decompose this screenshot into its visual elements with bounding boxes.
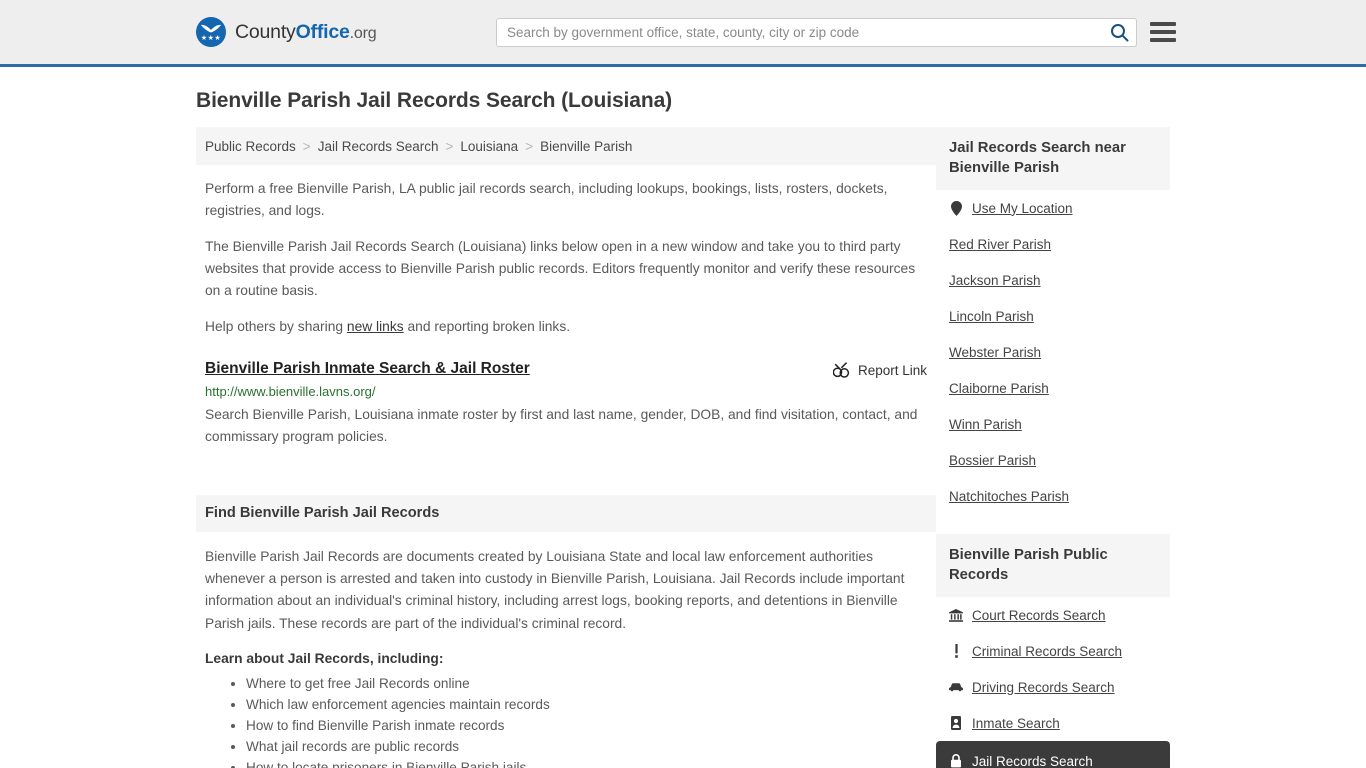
sidebar-item-label[interactable]: Winn Parish <box>949 417 1022 432</box>
sidebar-item-webster-parish[interactable]: Webster Parish <box>949 334 1157 370</box>
result-item: Bienville Parish Inmate Search & Jail Ro… <box>196 360 936 449</box>
help-prefix-text: Help others by sharing <box>205 318 347 334</box>
list-item: Which law enforcement agencies maintain … <box>246 695 936 715</box>
content-row: Public Records > Jail Records Search > L… <box>196 127 1170 768</box>
list-item: How to locate prisoners in Bienville Par… <box>246 758 936 768</box>
sidebar: Jail Records Search near Bienville Paris… <box>936 127 1170 768</box>
sidebar-item-jail-records-search[interactable]: Jail Records Search <box>936 741 1170 768</box>
breadcrumb-item-bienville-parish: Bienville Parish <box>540 138 633 154</box>
site-logo-text: CountyOffice.org <box>235 20 377 44</box>
hamburger-menu-icon-bar-2 <box>1150 30 1176 34</box>
sidebar-item-driving-records-search[interactable]: Driving Records Search <box>949 669 1157 705</box>
result-title-link[interactable]: Bienville Parish Inmate Search & Jail Ro… <box>205 360 530 378</box>
broken-link-icon <box>832 362 850 378</box>
eagle-wings-glyph <box>201 24 221 33</box>
sidebar-item-label[interactable]: Court Records Search <box>972 608 1106 623</box>
breadcrumb-item-louisiana[interactable]: Louisiana <box>460 139 518 154</box>
intro-paragraph-2: The Bienville Parish Jail Records Search… <box>205 238 916 299</box>
id-card-icon <box>949 716 963 731</box>
result-header-row: Bienville Parish Inmate Search & Jail Ro… <box>205 360 927 379</box>
breadcrumb: Public Records > Jail Records Search > L… <box>196 127 936 165</box>
sidebar-item-use-my-location[interactable]: Use My Location <box>949 190 1157 226</box>
sidebar-item-label[interactable]: Natchitoches Parish <box>949 489 1069 504</box>
search-input[interactable] <box>497 19 1102 46</box>
learn-about-heading: Learn about Jail Records, including: <box>205 651 444 667</box>
lock-icon <box>949 754 963 768</box>
page-container: Bienville Parish Jail Records Search (Lo… <box>0 89 1366 768</box>
site-logo-link[interactable]: ★★★ CountyOffice.org <box>196 17 377 47</box>
list-item: How to find Bienville Parish inmate reco… <box>246 716 936 736</box>
sidebar-item-label[interactable]: Red River Parish <box>949 237 1051 252</box>
sidebar-item-lincoln-parish[interactable]: Lincoln Parish <box>949 298 1157 334</box>
search-icon <box>1110 24 1128 42</box>
sidebar-item-label[interactable]: Driving Records Search <box>972 680 1115 695</box>
help-paragraph: Help others by sharing new links and rep… <box>196 316 936 338</box>
sidebar-item-natchitoches-parish[interactable]: Natchitoches Parish <box>949 478 1157 514</box>
search-button[interactable] <box>1102 19 1136 46</box>
learn-about-list: Where to get free Jail Records online Wh… <box>196 674 936 768</box>
result-description: Search Bienville Parish, Louisiana inmat… <box>205 407 918 445</box>
car-icon <box>949 682 963 692</box>
sidebar-item-inmate-search[interactable]: Inmate Search <box>949 705 1157 741</box>
list-item: Where to get free Jail Records online <box>246 674 936 694</box>
find-section-heading: Find Bienville Parish Jail Records <box>205 505 440 522</box>
sidebar-item-red-river-parish[interactable]: Red River Parish <box>949 226 1157 262</box>
sidebar-item-criminal-records-search[interactable]: Criminal Records Search <box>949 633 1157 669</box>
sidebar-public-records-box: Bienville Parish Public Records Court Re… <box>936 534 1170 768</box>
breadcrumb-separator: > <box>302 138 311 154</box>
sidebar-item-label[interactable]: Criminal Records Search <box>972 644 1122 659</box>
sidebar-item-court-records-search[interactable]: Court Records Search <box>949 597 1157 633</box>
sidebar-public-records-heading: Bienville Parish Public Records <box>936 534 1170 598</box>
sidebar-item-jackson-parish[interactable]: Jackson Parish <box>949 262 1157 298</box>
page-title: Bienville Parish Jail Records Search (Lo… <box>196 89 673 112</box>
sidebar-item-label[interactable]: Jackson Parish <box>949 273 1041 288</box>
sidebar-nearby-list: Use My Location Red River Parish Jackson… <box>936 190 1170 514</box>
sidebar-item-claiborne-parish[interactable]: Claiborne Parish <box>949 370 1157 406</box>
sidebar-public-records-list: Court Records Search Criminal Records Se… <box>936 597 1170 768</box>
breadcrumb-item-jail-records-search[interactable]: Jail Records Search <box>318 139 439 154</box>
hamburger-menu-icon-bar-1 <box>1150 22 1176 26</box>
sidebar-item-label[interactable]: Lincoln Parish <box>949 309 1034 324</box>
help-suffix-text: and reporting broken links. <box>403 318 571 334</box>
search-bar[interactable] <box>496 18 1137 47</box>
sidebar-nearby-heading: Jail Records Search near Bienville Paris… <box>936 127 1170 191</box>
sidebar-nearby-box: Jail Records Search near Bienville Paris… <box>936 127 1170 514</box>
intro-paragraph-1: Perform a free Bienville Parish, LA publ… <box>205 181 888 219</box>
logo-office-text: Office <box>295 20 350 43</box>
sidebar-item-label[interactable]: Webster Parish <box>949 345 1041 360</box>
hamburger-menu-button[interactable] <box>1150 19 1176 45</box>
find-section-header: Find Bienville Parish Jail Records <box>196 494 936 532</box>
result-url-link[interactable]: http://www.bienville.lavns.org/ <box>205 384 927 399</box>
sidebar-item-label[interactable]: Jail Records Search <box>972 754 1093 768</box>
logo-county-text: County <box>235 20 296 43</box>
site-header: ★★★ CountyOffice.org <box>0 0 1366 67</box>
breadcrumb-item-public-records[interactable]: Public Records <box>205 139 296 154</box>
report-link-button[interactable]: Report Link <box>832 360 927 379</box>
sidebar-item-winn-parish[interactable]: Winn Parish <box>949 406 1157 442</box>
sidebar-item-label[interactable]: Claiborne Parish <box>949 381 1049 396</box>
eagle-stars-logo-icon: ★★★ <box>196 17 226 47</box>
sidebar-item-bossier-parish[interactable]: Bossier Parish <box>949 442 1157 478</box>
new-links-link[interactable]: new links <box>347 319 404 334</box>
breadcrumb-separator: > <box>525 138 534 154</box>
sidebar-item-label[interactable]: Use My Location <box>972 201 1073 216</box>
report-link-label: Report Link <box>857 363 927 379</box>
exclamation-icon <box>949 644 963 658</box>
logo-stars-glyph: ★★★ <box>200 35 222 42</box>
find-section-paragraph: Bienville Parish Jail Records are docume… <box>205 548 905 631</box>
breadcrumb-separator: > <box>445 138 454 154</box>
main-column: Public Records > Jail Records Search > L… <box>196 127 936 768</box>
map-pin-icon <box>949 200 963 216</box>
logo-org-text: .org <box>349 24 377 42</box>
hamburger-menu-icon-bar-3 <box>1150 38 1176 42</box>
sidebar-item-label[interactable]: Bossier Parish <box>949 453 1036 468</box>
sidebar-item-label[interactable]: Inmate Search <box>972 716 1060 731</box>
list-item: What jail records are public records <box>246 737 936 757</box>
courthouse-icon <box>949 608 963 622</box>
